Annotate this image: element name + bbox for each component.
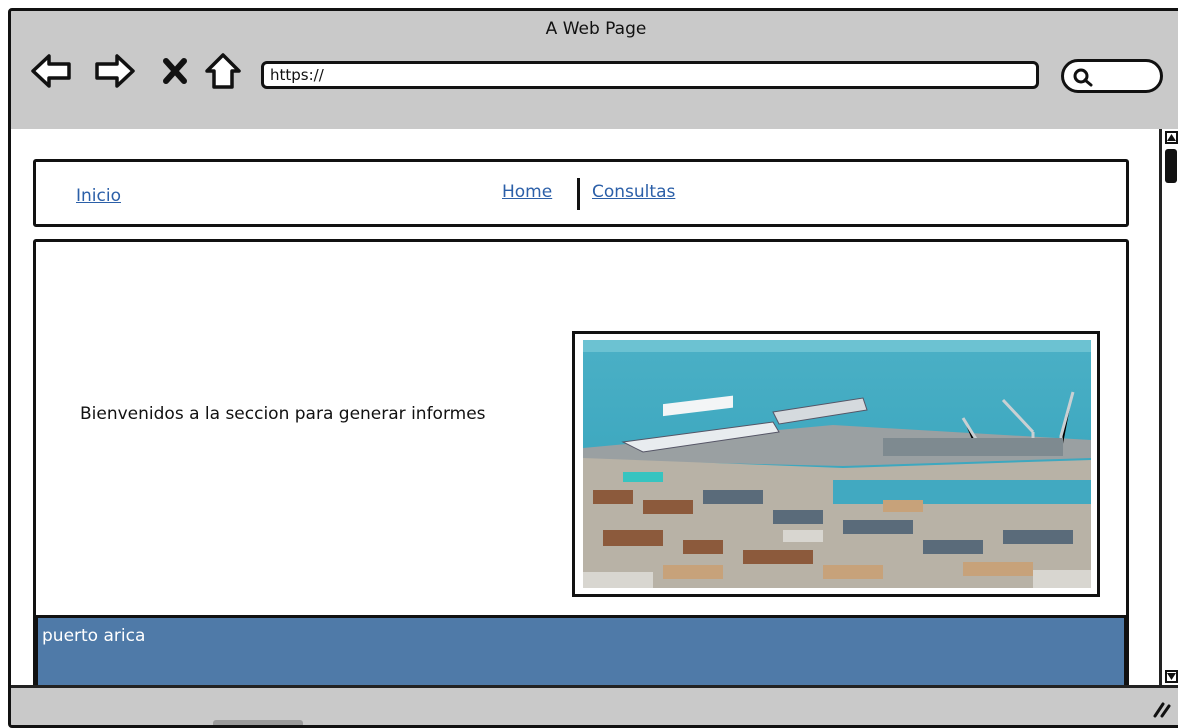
browser-toolbar: A Web Page https:// xyxy=(11,11,1178,132)
search-icon xyxy=(1073,68,1093,87)
url-input[interactable]: https:// xyxy=(261,61,1039,89)
back-arrow-icon xyxy=(31,54,71,88)
triangle-up-icon xyxy=(1167,134,1176,141)
footer-bar: puerto arica xyxy=(35,615,1127,685)
forward-button[interactable] xyxy=(93,49,137,93)
triangle-down-icon xyxy=(1167,673,1176,680)
vertical-scrollbar[interactable] xyxy=(1159,129,1178,685)
stop-button[interactable] xyxy=(153,49,197,93)
footer-text: puerto arica xyxy=(42,626,146,646)
port-photo xyxy=(572,331,1100,597)
port-photo-image xyxy=(583,340,1091,588)
welcome-text: Bienvenidos a la seccion para generar in… xyxy=(80,404,486,424)
status-tab xyxy=(213,720,303,725)
window-title: A Web Page xyxy=(545,19,647,39)
scroll-up-button[interactable] xyxy=(1165,131,1178,144)
scroll-thumb[interactable] xyxy=(1165,149,1177,183)
browser-window: A Web Page https:// Inicio Home Consulta… xyxy=(8,8,1178,728)
scroll-down-button[interactable] xyxy=(1165,670,1178,683)
nav-link-consultas[interactable]: Consultas xyxy=(592,182,675,202)
home-icon xyxy=(205,53,241,89)
browser-search-field[interactable] xyxy=(1061,59,1163,93)
close-icon xyxy=(163,58,187,84)
forward-arrow-icon xyxy=(95,54,135,88)
nav-link-inicio[interactable]: Inicio xyxy=(76,186,121,206)
home-button[interactable] xyxy=(201,49,245,93)
resize-grip-icon[interactable] xyxy=(1151,698,1171,718)
nav-link-home[interactable]: Home xyxy=(502,182,552,202)
back-button[interactable] xyxy=(29,49,73,93)
page-viewport: Inicio Home Consultas Bienvenidos a la s… xyxy=(11,129,1159,685)
nav-divider xyxy=(577,178,580,210)
top-navigation: Inicio Home Consultas xyxy=(33,159,1129,227)
